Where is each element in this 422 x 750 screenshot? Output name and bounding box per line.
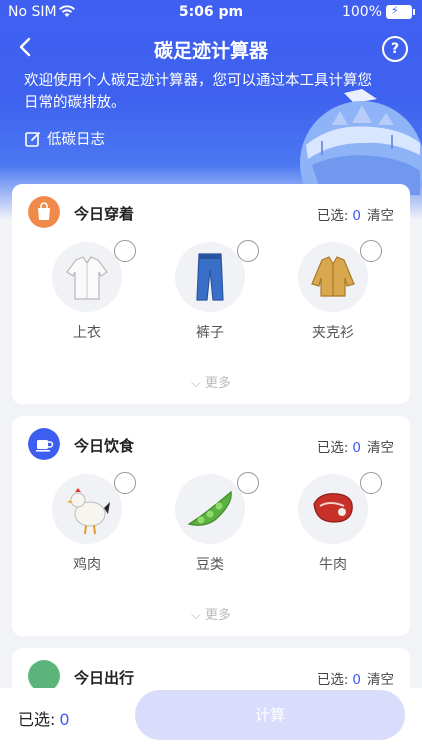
clear-button[interactable]: 清空 xyxy=(367,440,394,456)
wear-selected-summary: 已选: 0 清空 xyxy=(317,204,394,224)
page-title: 碳足迹计算器 xyxy=(153,40,268,62)
item-chicken[interactable]: 鸡肉 xyxy=(32,472,142,574)
food-section-header: 今日饮食 已选: 0 清空 xyxy=(28,428,394,460)
wear-section-header: 今日穿着 已选: 0 清空 xyxy=(28,196,394,228)
edit-icon xyxy=(25,131,40,147)
help-icon[interactable]: ? xyxy=(382,36,408,62)
more-label: 更多 xyxy=(204,376,231,391)
battery-icon: ⚡ xyxy=(386,5,415,19)
wear-item-grid: 上衣 裤子 夹克衫 xyxy=(12,240,410,341)
selected-label: 已选: xyxy=(316,672,349,688)
coffee-cup-icon xyxy=(28,428,60,460)
selected-count: 0 xyxy=(352,208,361,224)
beef-label: 牛肉 xyxy=(319,557,347,573)
wear-more-button[interactable]: ⌵ 更多 xyxy=(12,372,410,391)
battery-indicator: 100% ⚡ xyxy=(341,4,415,20)
chicken-icon xyxy=(52,474,122,544)
battery-percent: 100% xyxy=(341,4,382,20)
pants-label: 裤子 xyxy=(196,325,224,341)
shirt-label: 上衣 xyxy=(73,325,101,341)
travel-section-title: 今日出行 xyxy=(74,669,135,687)
shirt-icon xyxy=(52,242,122,312)
selected-count: 0 xyxy=(352,672,361,688)
travel-selected-summary: 已选: 0 清空 xyxy=(317,668,394,688)
chevron-down-icon: ⌵ xyxy=(190,376,201,391)
beans-label: 豆类 xyxy=(196,557,224,573)
total-selected-label: 已选: xyxy=(18,710,56,729)
total-selected-count: 0 xyxy=(59,710,70,729)
selected-label: 已选: xyxy=(316,440,349,456)
chicken-label: 鸡肉 xyxy=(73,557,101,573)
low-carbon-log-label: 低碳日志 xyxy=(47,132,105,148)
food-section-card: 今日饮食 已选: 0 清空 鸡肉 豆类 牛肉 ⌵ 更多 xyxy=(12,416,410,636)
jacket-icon xyxy=(298,242,368,312)
selected-label: 已选: xyxy=(316,208,349,224)
chicken-checkbox[interactable] xyxy=(114,472,136,494)
food-more-button[interactable]: ⌵ 更多 xyxy=(12,604,410,623)
total-selected: 已选: 0 xyxy=(18,706,70,730)
food-section-title: 今日饮食 xyxy=(74,437,135,455)
item-beans[interactable]: 豆类 xyxy=(155,472,265,574)
food-selected-summary: 已选: 0 清空 xyxy=(317,436,394,456)
selected-count: 0 xyxy=(352,440,361,456)
calculate-button[interactable]: 计算 xyxy=(135,690,405,740)
clear-button[interactable]: 清空 xyxy=(367,208,394,224)
jacket-label: 夹克衫 xyxy=(312,325,354,341)
item-pants[interactable]: 裤子 xyxy=(155,240,265,342)
steak-icon xyxy=(298,474,368,544)
item-shirt[interactable]: 上衣 xyxy=(32,240,142,342)
shopping-bag-icon xyxy=(28,196,60,228)
wear-section-title: 今日穿着 xyxy=(74,205,135,223)
status-bar: No SIM 5:06 pm 100% ⚡ xyxy=(0,0,422,24)
bottom-action-bar: 已选: 0 计算 xyxy=(0,688,422,750)
earth-illustration xyxy=(300,89,422,195)
jeans-icon xyxy=(175,242,245,312)
pea-pod-icon xyxy=(175,474,245,544)
food-item-grid: 鸡肉 豆类 牛肉 xyxy=(12,472,410,573)
beef-checkbox[interactable] xyxy=(360,472,382,494)
item-jacket[interactable]: 夹克衫 xyxy=(278,240,388,342)
pants-checkbox[interactable] xyxy=(237,240,259,262)
chevron-down-icon: ⌵ xyxy=(190,608,201,623)
item-beef[interactable]: 牛肉 xyxy=(278,472,388,574)
jacket-checkbox[interactable] xyxy=(360,240,382,262)
wear-section-card: 今日穿着 已选: 0 清空 上衣 裤子 夹克衫 ⌵ 更多 xyxy=(12,184,410,404)
clear-button[interactable]: 清空 xyxy=(367,672,394,688)
more-label: 更多 xyxy=(204,608,231,623)
low-carbon-log-link[interactable]: 低碳日志 xyxy=(24,128,105,149)
beans-checkbox[interactable] xyxy=(237,472,259,494)
shirt-checkbox[interactable] xyxy=(114,240,136,262)
navigation-bar: 碳足迹计算器 ? xyxy=(0,34,422,62)
